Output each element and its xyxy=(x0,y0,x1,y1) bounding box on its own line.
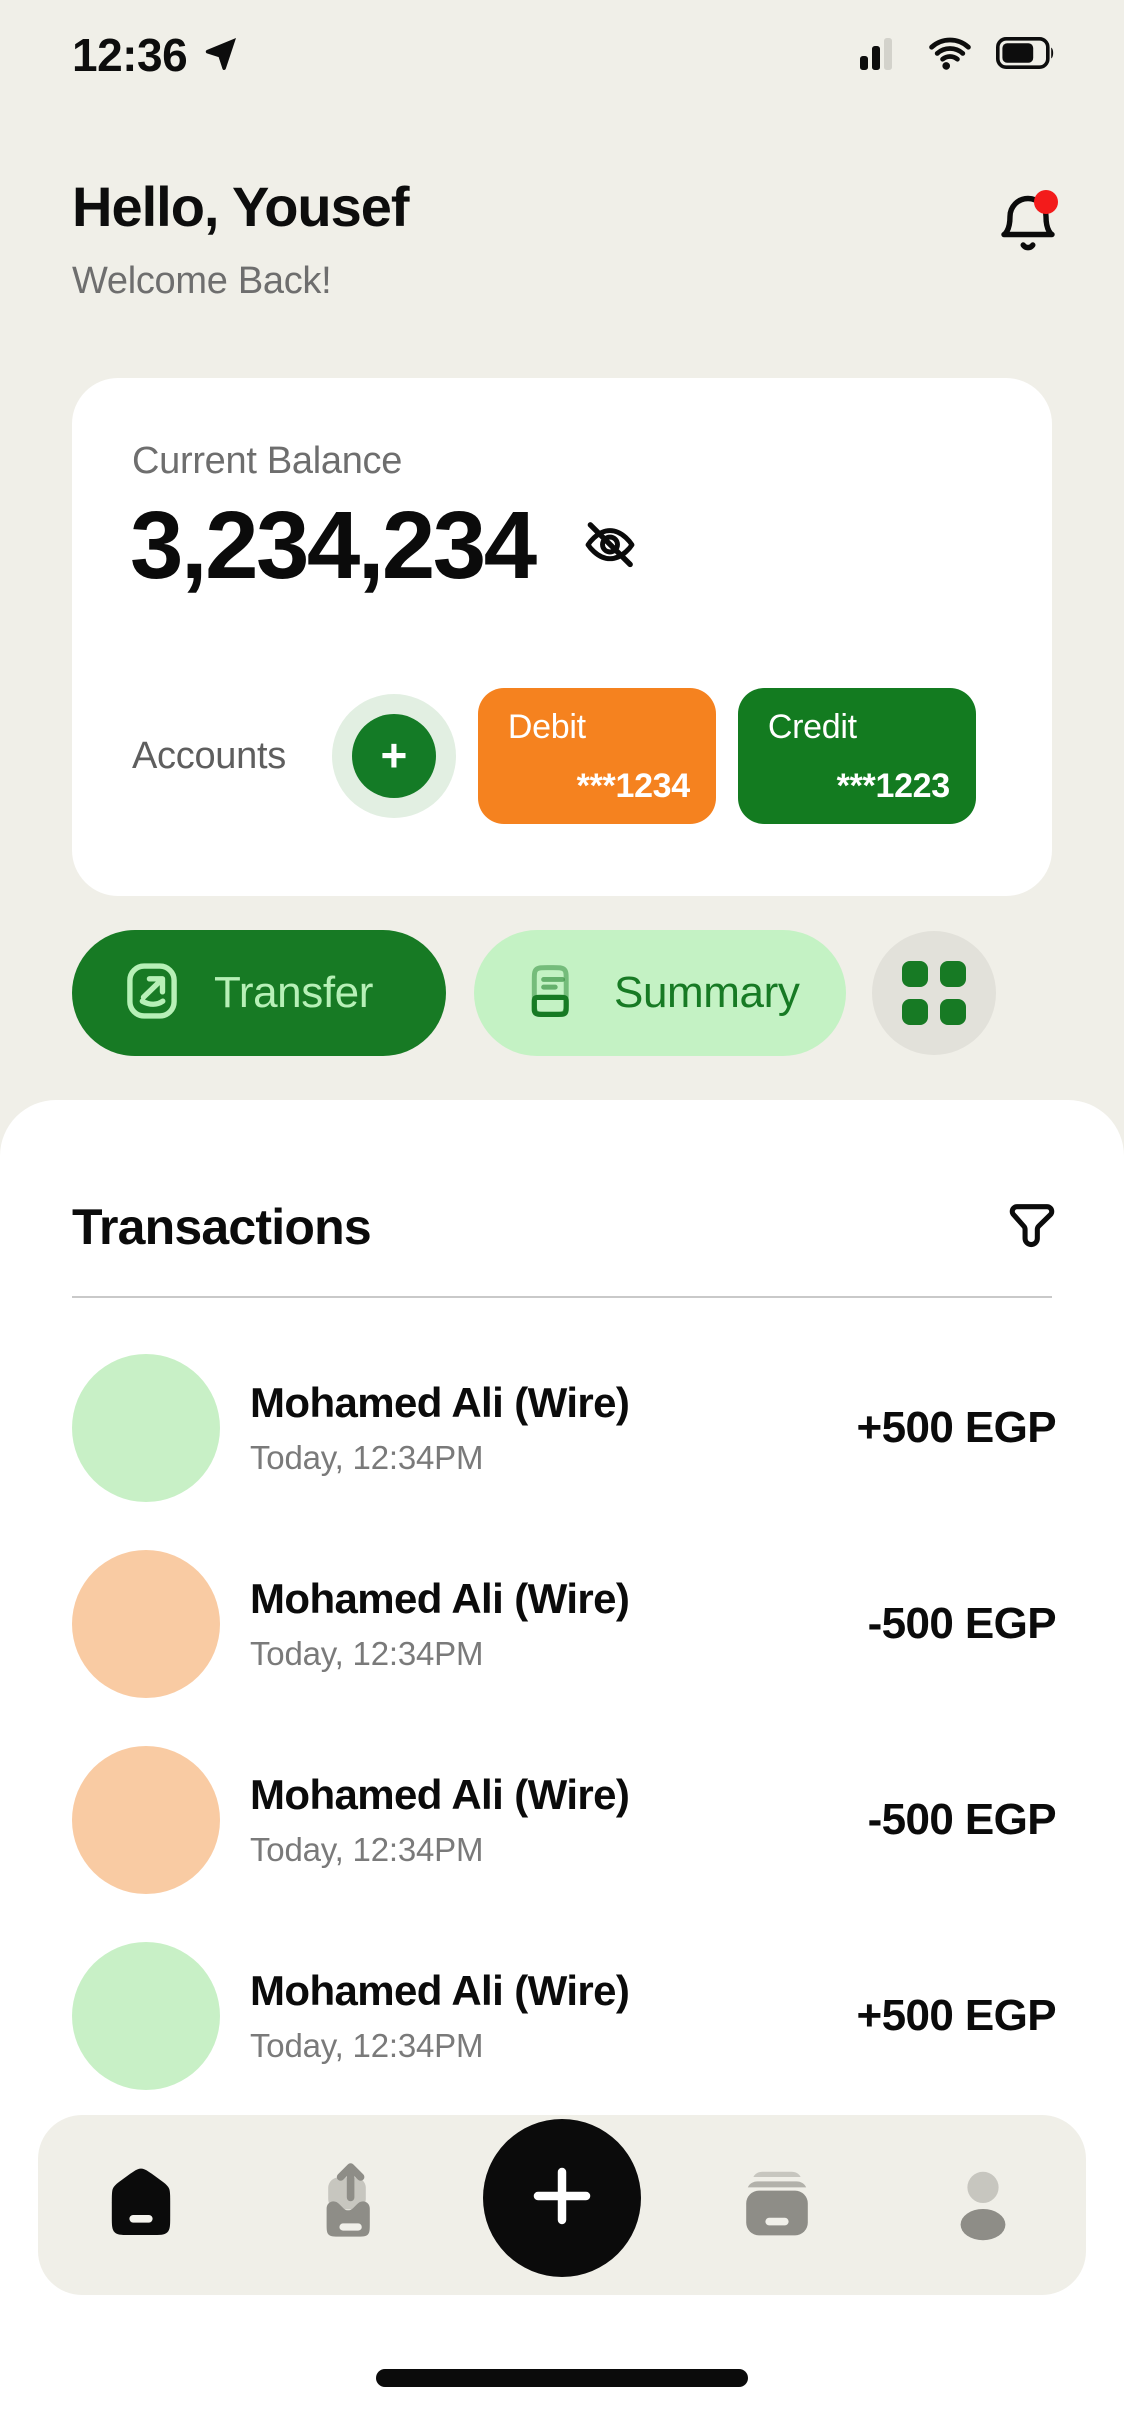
transactions-sheet: Transactions Mohamed Ali (Wire) Today, 1… xyxy=(0,1100,1124,2433)
cellular-signal-icon xyxy=(860,36,904,75)
transaction-amount: -500 EGP xyxy=(867,1795,1057,1844)
location-arrow-icon xyxy=(201,33,241,78)
balance-card: Current Balance 3,234,234 Accounts + Deb… xyxy=(72,378,1052,896)
transaction-time: Today, 12:34PM xyxy=(250,2027,484,2064)
balance-row: 3,234,234 xyxy=(130,498,643,594)
table-row[interactable]: Mohamed Ali (Wire) Today, 12:34PM -500 E… xyxy=(72,1526,1057,1722)
transaction-name: Mohamed Ali (Wire) xyxy=(250,1771,630,1818)
transaction-amount: +500 EGP xyxy=(856,1991,1057,2040)
table-row[interactable]: Mohamed Ali (Wire) Today, 12:34PM +500 E… xyxy=(72,1330,1057,1526)
table-row[interactable]: Mohamed Ali (Wire) Today, 12:34PM -500 E… xyxy=(72,1722,1057,1918)
transaction-details: Mohamed Ali (Wire) Today, 12:34PM xyxy=(250,1379,857,1477)
nav-item-profile[interactable] xyxy=(913,2135,1053,2275)
notifications-button[interactable] xyxy=(992,188,1064,260)
cards-stack-icon xyxy=(729,2155,825,2256)
nav-item-send[interactable] xyxy=(277,2135,417,2275)
account-type-label: Debit xyxy=(507,708,586,746)
account-card-debit[interactable]: Debit ***1234 xyxy=(477,688,716,824)
accounts-label: Accounts xyxy=(132,734,286,777)
transaction-name: Mohamed Ali (Wire) xyxy=(250,1379,630,1426)
filter-funnel-icon xyxy=(1000,1204,1064,1260)
summary-button[interactable]: Summary xyxy=(474,930,846,1056)
greeting-text-block: Hello, Yousef Welcome Back! xyxy=(72,175,410,303)
balance-label: Current Balance xyxy=(132,440,403,482)
accounts-row: Accounts + Debit ***1234 Credit ***1223 xyxy=(132,688,1008,824)
transaction-details: Mohamed Ali (Wire) Today, 12:34PM xyxy=(250,1967,857,2065)
notification-badge-dot xyxy=(1034,190,1058,214)
summary-button-label: Summary xyxy=(614,968,800,1017)
transaction-time: Today, 12:34PM xyxy=(250,1831,484,1868)
transaction-details: Mohamed Ali (Wire) Today, 12:34PM xyxy=(250,1771,868,1869)
avatar xyxy=(72,1354,220,1502)
grid-apps-icon xyxy=(902,961,966,1025)
battery-icon xyxy=(995,36,1056,74)
quick-actions: Transfer Summary xyxy=(72,930,996,1056)
profile-person-icon xyxy=(935,2155,1031,2256)
greeting-header: Hello, Yousef Welcome Back! xyxy=(72,176,1064,303)
account-number-label: ***1223 xyxy=(836,767,951,805)
transfer-button[interactable]: Transfer xyxy=(72,930,446,1056)
plus-icon: + xyxy=(351,714,436,798)
avatar xyxy=(72,1942,220,2090)
home-indicator xyxy=(376,2369,748,2387)
add-account-button[interactable]: + xyxy=(331,694,456,818)
balance-amount: 3,234,234 xyxy=(130,492,537,599)
greeting-subtitle: Welcome Back! xyxy=(72,259,332,302)
account-type-label: Credit xyxy=(767,708,857,746)
account-card-credit[interactable]: Credit ***1223 xyxy=(737,688,976,824)
transactions-title: Transactions xyxy=(72,1198,372,1255)
bottom-navigation-bar xyxy=(38,2115,1086,2295)
avatar xyxy=(72,1550,220,1698)
more-apps-button[interactable] xyxy=(872,931,996,1055)
status-time: 12:36 xyxy=(72,29,188,81)
avatar xyxy=(72,1746,220,1894)
eye-off-icon xyxy=(579,513,641,580)
page-title: Hello, Yousef xyxy=(72,175,410,238)
transactions-divider xyxy=(72,1296,1052,1298)
transaction-name: Mohamed Ali (Wire) xyxy=(250,1575,630,1622)
status-bar-right xyxy=(860,35,1056,76)
transactions-header: Transactions xyxy=(72,1192,1064,1261)
add-transaction-fab[interactable] xyxy=(483,2119,641,2277)
transaction-amount: +500 EGP xyxy=(856,1403,1057,1452)
send-up-icon xyxy=(299,2155,395,2256)
document-icon xyxy=(520,958,586,1029)
filter-button[interactable] xyxy=(1000,1192,1064,1261)
wifi-icon xyxy=(926,35,974,76)
bell-icon xyxy=(992,195,1064,264)
app-screen: 12:36 Hello, Yousef Welcome Back! Curren… xyxy=(0,0,1124,2433)
transfer-arrow-icon xyxy=(118,957,186,1030)
transaction-name: Mohamed Ali (Wire) xyxy=(250,1967,630,2014)
status-bar-left: 12:36 xyxy=(72,28,241,82)
transaction-amount: -500 EGP xyxy=(867,1599,1057,1648)
status-bar: 12:36 xyxy=(0,0,1124,110)
transaction-time: Today, 12:34PM xyxy=(250,1439,484,1476)
nav-item-home[interactable] xyxy=(71,2135,211,2275)
transaction-time: Today, 12:34PM xyxy=(250,1635,484,1672)
table-row[interactable]: Mohamed Ali (Wire) Today, 12:34PM +500 E… xyxy=(72,1918,1057,2114)
nav-item-cards[interactable] xyxy=(707,2135,847,2275)
account-number-label: ***1234 xyxy=(576,767,691,805)
plus-icon xyxy=(523,2157,601,2240)
transactions-list: Mohamed Ali (Wire) Today, 12:34PM +500 E… xyxy=(72,1330,1057,2114)
toggle-balance-visibility-button[interactable] xyxy=(577,513,643,579)
home-icon xyxy=(93,2155,189,2256)
transfer-button-label: Transfer xyxy=(214,968,373,1017)
transaction-details: Mohamed Ali (Wire) Today, 12:34PM xyxy=(250,1575,868,1673)
